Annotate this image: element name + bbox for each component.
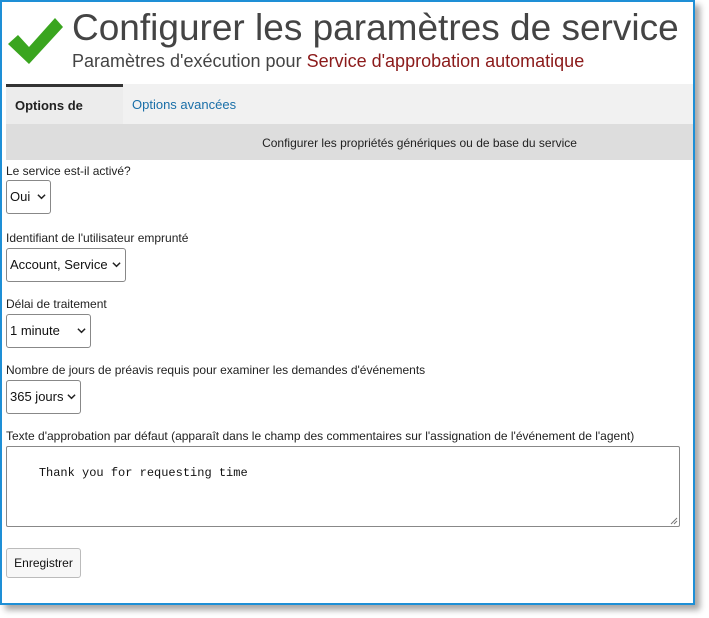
subtitle-prefix: Paramètres d'exécution pour	[72, 51, 302, 71]
processing-delay-value: 1 minute	[10, 323, 60, 338]
service-name: Service d'approbation automatique	[306, 51, 585, 71]
checkmark-icon	[8, 18, 63, 64]
enabled-select[interactable]: Oui	[6, 180, 51, 214]
approval-text-textarea[interactable]: Thank you for requesting time	[6, 446, 680, 527]
impersonated-user-value: Account, Service	[10, 257, 108, 272]
section-description-bar: Configurer les propriétés génériques ou …	[6, 124, 693, 160]
page-title: Configurer les paramètres de service	[72, 7, 679, 48]
approval-text-label: Texte d'approbation par défaut (apparaît…	[6, 429, 635, 443]
chevron-down-icon	[37, 194, 46, 200]
impersonated-user-label: Identifiant de l'utilisateur emprunté	[6, 231, 189, 245]
enabled-label: Le service est-il activé?	[6, 164, 131, 178]
chevron-down-icon	[112, 262, 121, 268]
tab-bar: Options de base Options avancées	[6, 84, 693, 151]
save-button[interactable]: Enregistrer	[6, 548, 81, 578]
notice-days-select[interactable]: 365 jours	[6, 380, 81, 414]
page-header: Configurer les paramètres de service Par…	[2, 2, 693, 84]
resize-grip-icon[interactable]	[670, 517, 678, 525]
chevron-down-icon	[67, 394, 76, 400]
chevron-down-icon	[77, 328, 86, 334]
processing-delay-select[interactable]: 1 minute	[6, 314, 91, 348]
settings-window: Configurer les paramètres de service Par…	[0, 0, 695, 605]
page-subtitle: Paramètres d'exécution pour Service d'ap…	[72, 50, 584, 72]
tab-basic-options[interactable]: Options de base	[6, 84, 123, 151]
section-description: Configurer les propriétés génériques ou …	[262, 136, 577, 150]
notice-days-value: 365 jours	[10, 389, 64, 404]
approval-text-value: Thank you for requesting time	[38, 466, 248, 480]
impersonated-user-select[interactable]: Account, Service	[6, 248, 126, 282]
tab-advanced-options[interactable]: Options avancées	[123, 84, 245, 124]
enabled-select-value: Oui	[10, 189, 31, 204]
notice-days-label: Nombre de jours de préavis requis pour e…	[6, 363, 426, 377]
processing-delay-label: Délai de traitement	[6, 297, 107, 311]
